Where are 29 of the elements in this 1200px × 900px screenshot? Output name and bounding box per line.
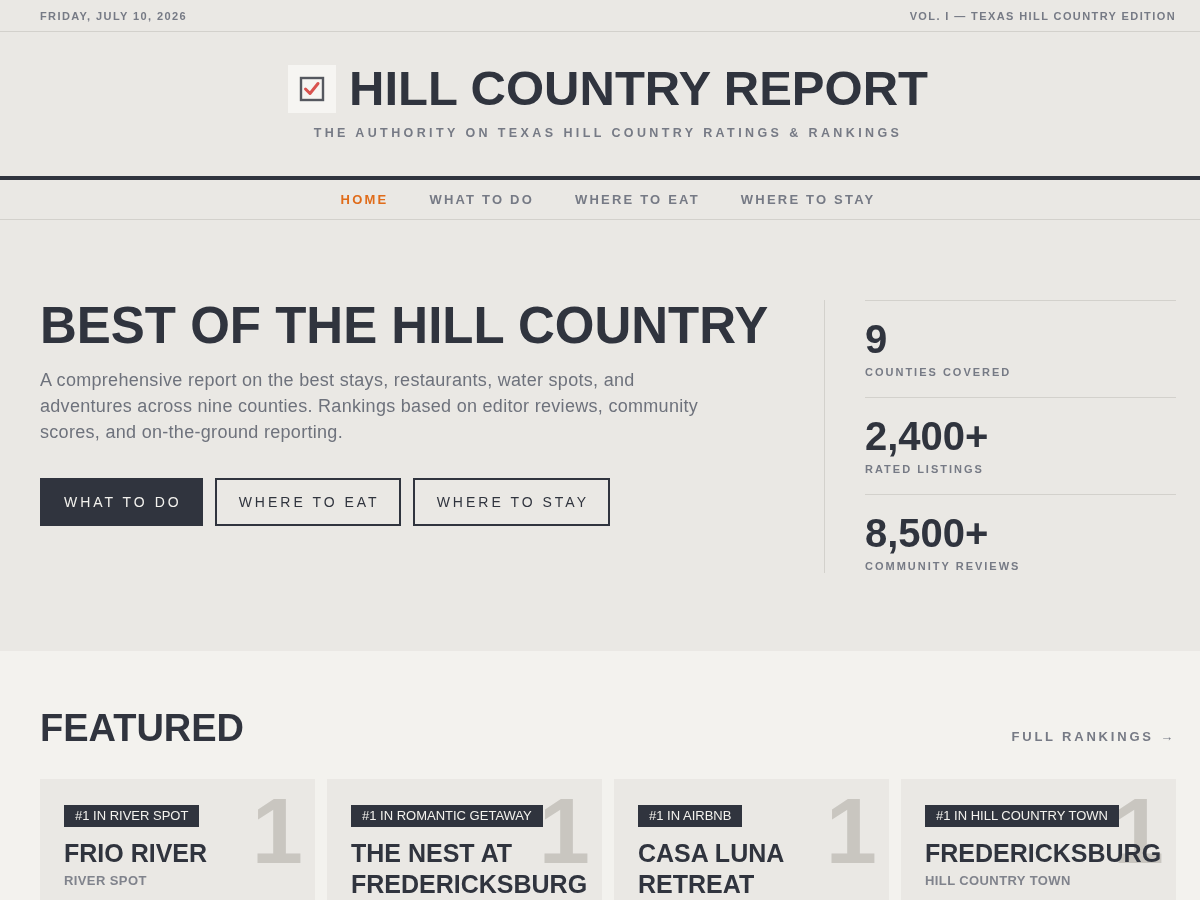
rank-badge: #1 IN AIRBNB <box>638 805 743 827</box>
stat-label: RATED LISTINGS <box>865 463 984 476</box>
checkbox-logo-icon <box>288 64 336 113</box>
listing-category: RIVER SPOT <box>64 873 148 888</box>
nav-link[interactable]: WHAT TO DO <box>429 192 534 207</box>
stat-value: 9 <box>865 319 888 359</box>
site-tagline: THE AUTHORITY ON TEXAS HILL COUNTRY RATINGS & RANKINGS <box>313 126 903 141</box>
dateline: FRIDAY, JULY 10, 2026 <box>40 9 187 22</box>
rank-badge: #1 IN ROMANTIC GETAWAY <box>351 805 543 827</box>
stat-value: 2,400+ <box>865 416 989 456</box>
nav-link[interactable]: WHERE TO EAT <box>575 192 700 207</box>
nav-link[interactable]: WHERE TO STAY <box>740 192 876 207</box>
category-button[interactable]: WHAT TO DO <box>40 478 203 526</box>
full-rankings-link[interactable]: FULL RANKINGS → <box>1011 729 1176 744</box>
category-button[interactable]: WHERE TO STAY <box>412 478 610 526</box>
site-title: HILL COUNTRY REPORT <box>349 64 928 113</box>
section-heading: FEATURED <box>40 709 245 747</box>
stat-value: 8,500+ <box>865 513 989 553</box>
listing-category: HILL COUNTRY TOWN <box>925 873 1072 888</box>
listing-name: THE NEST AT FREDERICKSBURG <box>351 839 589 900</box>
hero-heading: BEST OF THE HILL COUNTRY <box>40 300 770 351</box>
edition-label: VOL. I — TEXAS HILL COUNTRY EDITION <box>909 9 1176 22</box>
stat-label: COUNTIES COVERED <box>865 366 1012 379</box>
stat-label: COMMUNITY REVIEWS <box>865 560 1021 573</box>
listing-name: FRIO RIVER <box>64 838 209 869</box>
category-button[interactable]: WHERE TO EAT <box>214 478 401 526</box>
listing-name: CASA LUNA RETREAT <box>638 838 785 900</box>
rank-badge: #1 IN RIVER SPOT <box>64 805 200 827</box>
hero-intro: A comprehensive report on the best stays, restaurants, water spots, and adventures across nine counties. Rankings based on editor reviews, community scores, and on-the-ground reporting. <box>40 369 700 444</box>
